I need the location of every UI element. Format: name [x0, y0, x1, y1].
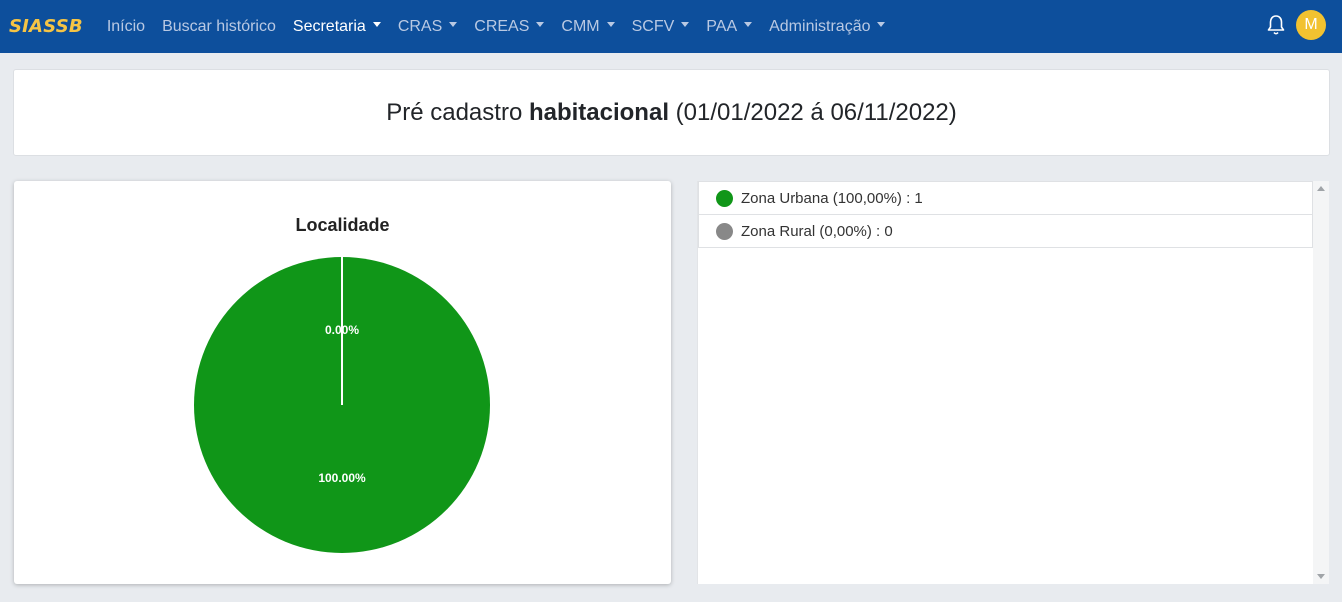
nav-item-label: Início	[106, 17, 146, 35]
title-suffix: (01/01/2022 á 06/11/2022)	[668, 98, 957, 126]
page-header-card: Pré cadastro habitacional (01/01/2022 á …	[13, 69, 1330, 156]
pie-chart: 100.00% 0.00%	[194, 257, 490, 553]
caret-down-icon	[536, 22, 545, 27]
caret-down-icon	[877, 22, 886, 27]
legend-dot-icon	[716, 222, 733, 240]
nav-item-label: Administração	[769, 17, 871, 35]
top-navbar: SIASSB Início Buscar histórico Secretaria C…	[0, 0, 1342, 53]
legend-panel: Zona Urbana (100,00%) : 1 Zona Rural (0,0…	[697, 181, 1313, 584]
caret-down-icon	[681, 22, 690, 27]
legend-dot-icon	[716, 189, 733, 207]
bell-icon[interactable]	[1266, 14, 1286, 36]
nav-item-cmm[interactable]: CMM	[561, 17, 615, 36]
nav-item-label: CMM	[561, 17, 600, 35]
nav-item-scfv[interactable]: SCFV	[632, 18, 690, 36]
legend-item[interactable]: Zona Urbana (100,00%) : 1	[698, 181, 1313, 215]
legend-label: Zona Rural (0,00%) : 0	[741, 222, 893, 240]
caret-down-icon	[744, 22, 753, 27]
legend-label: Zona Urbana (100,00%) : 1	[741, 189, 923, 207]
legend-scrollbar[interactable]	[1313, 181, 1329, 584]
caret-down-icon	[449, 22, 458, 27]
nav-item-label: CRAS	[397, 17, 443, 35]
legend-item[interactable]: Zona Rural (0,00%) : 0	[698, 215, 1313, 248]
brand-logo[interactable]: SIASSB	[9, 16, 83, 37]
title-bold: habitacional	[528, 98, 669, 126]
pie-slice-label: 100.00%	[318, 471, 366, 485]
chart-card: Localidade 100.00% 0.00%	[14, 181, 671, 584]
caret-down-icon	[372, 22, 381, 27]
title-prefix: Pré cadastro	[386, 98, 529, 126]
nav-item-in-cio[interactable]: Início	[107, 18, 145, 36]
caret-down-icon	[606, 22, 615, 27]
scroll-down-arrow[interactable]	[1317, 574, 1325, 579]
nav-item-paa[interactable]: PAA	[706, 17, 753, 36]
legend-list: Zona Urbana (100,00%) : 1 Zona Rural (0,0…	[698, 181, 1313, 248]
pie-slice-label: 0.00%	[325, 323, 359, 337]
nav-menu: Início Buscar histórico Secretaria CRAS CREA…	[107, 18, 903, 36]
nav-item-secretaria[interactable]: Secretaria	[293, 18, 381, 36]
scroll-up-arrow[interactable]	[1317, 186, 1325, 191]
nav-item-label: Buscar histórico	[162, 17, 276, 35]
user-avatar[interactable]: M	[1296, 10, 1326, 40]
nav-item-label: CREAS	[474, 17, 530, 35]
nav-item-label: PAA	[706, 17, 738, 35]
nav-item-cras[interactable]: CRAS	[397, 17, 458, 36]
nav-item-label: SCFV	[631, 17, 675, 35]
nav-item-label: Secretaria	[292, 17, 366, 35]
nav-item-buscar-hist-rico[interactable]: Buscar histórico	[162, 18, 276, 36]
nav-item-creas[interactable]: CREAS	[474, 17, 545, 36]
nav-item-administra-o[interactable]: Administração	[769, 17, 886, 36]
page-title: Pré cadastro habitacional (01/01/2022 á …	[386, 99, 957, 127]
